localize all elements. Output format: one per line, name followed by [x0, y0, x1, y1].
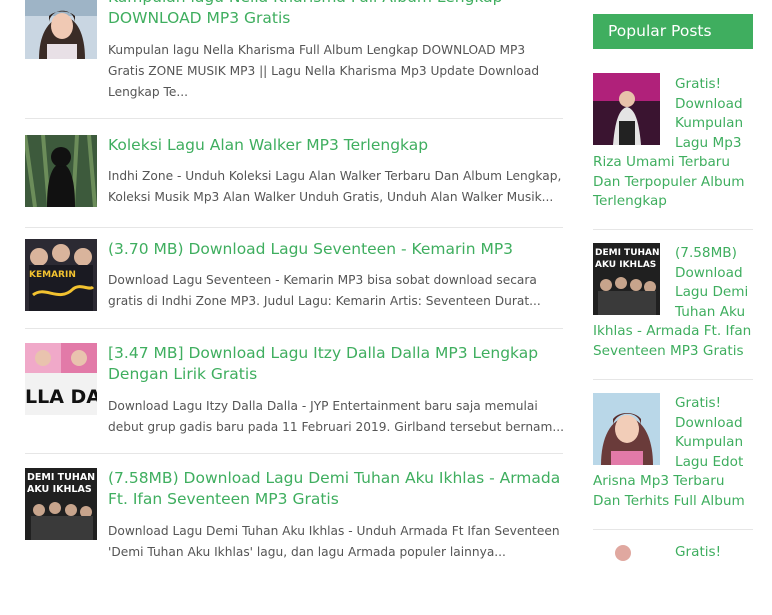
list-item: LLA DAL [3.47 MB] Download Lagu Itzy Dal…: [25, 343, 563, 454]
excerpt-line: Download Lagu Itzy Dalla Dalla - JYP Ent…: [108, 399, 538, 413]
post-thumbnail[interactable]: LLA DAL: [25, 343, 97, 415]
thumbnail-caption: DEMI TUHAN: [595, 248, 660, 258]
excerpt-line: debut grup gadis baru pada 11 Februari 2…: [108, 420, 563, 434]
post-title-link[interactable]: [3.47 MB] Download Lagu Itzy Dalla Dalla…: [108, 343, 563, 385]
popular-post-thumbnail[interactable]: [593, 73, 660, 145]
excerpt-line: 'Demi Tuhan Aku Ikhlas' lagu, dan lagu A…: [108, 545, 506, 559]
popular-post-title-line[interactable]: Download: [675, 414, 743, 434]
popular-post-title-line[interactable]: Ikhlas - Armada Ft. Ifan: [593, 322, 751, 342]
popular-post-item: Gratis! Download Kumpulan Lagu Edot Aris…: [593, 393, 753, 530]
excerpt-line: Koleksi Musik Mp3 Alan Walker Unduh Grat…: [108, 190, 554, 204]
post-title-line[interactable]: Koleksi Lagu Alan Walker MP3 Terlengkap: [108, 135, 563, 156]
post-title-line[interactable]: Ft. Ifan Seventeen MP3 Gratis: [108, 489, 563, 510]
popular-post-title-line[interactable]: Dan Terhits Full Album: [593, 492, 745, 512]
post-title-link[interactable]: (7.58MB) Download Lagu Demi Tuhan Aku Ik…: [108, 468, 563, 510]
post-title-line[interactable]: (3.70 MB) Download Lagu Seventeen - Kema…: [108, 239, 563, 260]
popular-post-thumbnail[interactable]: [593, 393, 660, 465]
list-item: Kumpulan lagu Nella Kharisma Full Album …: [25, 0, 563, 119]
post-title-line[interactable]: DOWNLOAD MP3 Gratis: [108, 8, 563, 29]
excerpt-line: Gratis ZONE MUSIK MP3 || Lagu Nella Khar…: [108, 64, 540, 78]
excerpt-line: Download Lagu Seventeen - Kemarin MP3 bi…: [108, 273, 537, 287]
excerpt-line: gratis di Indhi Zone MP3. Judul Lagu: Ke…: [108, 294, 541, 308]
popular-post-thumbnail[interactable]: [593, 543, 660, 615]
thumbnail-caption: AKU IKHLAS: [27, 484, 92, 495]
popular-post-title-line[interactable]: Download: [675, 264, 743, 284]
post-title-link[interactable]: Kumpulan lagu Nella Kharisma Full Album …: [108, 0, 563, 29]
list-item: KEMARIN (3.70 MB) Download Lagu Seventee…: [25, 239, 563, 329]
widget-title: Popular Posts: [593, 14, 753, 49]
popular-post-title-line[interactable]: Download: [675, 95, 743, 115]
excerpt-line: Kumpulan lagu Nella Kharisma Full Album …: [108, 43, 526, 57]
list-item: Koleksi Lagu Alan Walker MP3 Terlengkap …: [25, 135, 563, 228]
excerpt-line: Indhi Zone - Unduh Koleksi Lagu Alan Wal…: [108, 169, 562, 183]
post-title-line[interactable]: Dengan Lirik Gratis: [108, 364, 563, 385]
popular-post-title-line[interactable]: Lagu Edot: [675, 453, 743, 473]
popular-post-title-line[interactable]: Arisna Mp3 Terbaru: [593, 472, 724, 492]
popular-post-title-line[interactable]: Terlengkap: [593, 192, 667, 212]
popular-post-title-line[interactable]: Riza Umami Terbaru: [593, 153, 730, 173]
popular-post-title-line[interactable]: Lagu Mp3: [675, 134, 741, 154]
post-title-line[interactable]: (7.58MB) Download Lagu Demi Tuhan Aku Ik…: [108, 468, 563, 489]
popular-post-title-line[interactable]: Kumpulan: [675, 114, 743, 134]
thumbnail-caption: AKU IKHLAS: [595, 260, 656, 270]
post-title-link[interactable]: Koleksi Lagu Alan Walker MP3 Terlengkap: [108, 135, 563, 156]
post-thumbnail[interactable]: DEMI TUHAN AKU IKHLAS: [25, 468, 97, 540]
post-title-link[interactable]: (3.70 MB) Download Lagu Seventeen - Kema…: [108, 239, 563, 260]
post-excerpt: Indhi Zone - Unduh Koleksi Lagu Alan Wal…: [108, 166, 563, 208]
popular-post-title-line[interactable]: Lagu Demi: [675, 283, 748, 303]
popular-post-item: DEMI TUHAN AKU IKHLAS (7.58MB) Download …: [593, 243, 753, 380]
post-excerpt: Download Lagu Demi Tuhan Aku Ikhlas - Un…: [108, 521, 563, 563]
post-excerpt: Download Lagu Seventeen - Kemarin MP3 bi…: [108, 270, 563, 312]
post-title-line[interactable]: [3.47 MB] Download Lagu Itzy Dalla Dalla…: [108, 343, 563, 364]
popular-post-item: Gratis! Download Kumpulan Lagu Mp3 Riza …: [593, 73, 753, 230]
post-excerpt: Download Lagu Itzy Dalla Dalla - JYP Ent…: [108, 396, 563, 438]
post-excerpt: Kumpulan lagu Nella Kharisma Full Album …: [108, 40, 563, 103]
post-thumbnail[interactable]: [25, 135, 97, 207]
excerpt-line: Lengkap Te...: [108, 85, 188, 99]
popular-post-title-line[interactable]: Gratis!: [675, 75, 721, 95]
popular-post-item: Gratis!: [593, 543, 753, 615]
popular-post-title-line[interactable]: Tuhan Aku: [675, 303, 745, 323]
popular-post-title-line[interactable]: Dan Terpopuler Album: [593, 173, 744, 193]
popular-post-title-line[interactable]: Kumpulan: [675, 433, 743, 453]
post-title-line[interactable]: Kumpulan lagu Nella Kharisma Full Album …: [108, 0, 563, 8]
popular-post-title-line[interactable]: Seventeen MP3 Gratis: [593, 342, 744, 362]
thumbnail-caption: KEMARIN: [29, 270, 76, 280]
popular-post-title-line[interactable]: Gratis!: [675, 394, 721, 414]
post-thumbnail[interactable]: [25, 0, 97, 59]
list-item: DEMI TUHAN AKU IKHLAS (7.58MB) Download …: [25, 468, 563, 578]
post-thumbnail[interactable]: KEMARIN: [25, 239, 97, 311]
popular-post-thumbnail[interactable]: DEMI TUHAN AKU IKHLAS: [593, 243, 660, 315]
thumbnail-caption: LLA DAL: [25, 386, 97, 408]
excerpt-line: Download Lagu Demi Tuhan Aku Ikhlas - Un…: [108, 524, 560, 538]
popular-post-title-line[interactable]: (7.58MB): [675, 244, 737, 264]
popular-post-title-line[interactable]: Gratis!: [675, 543, 721, 563]
thumbnail-caption: DEMI TUHAN: [27, 472, 95, 483]
